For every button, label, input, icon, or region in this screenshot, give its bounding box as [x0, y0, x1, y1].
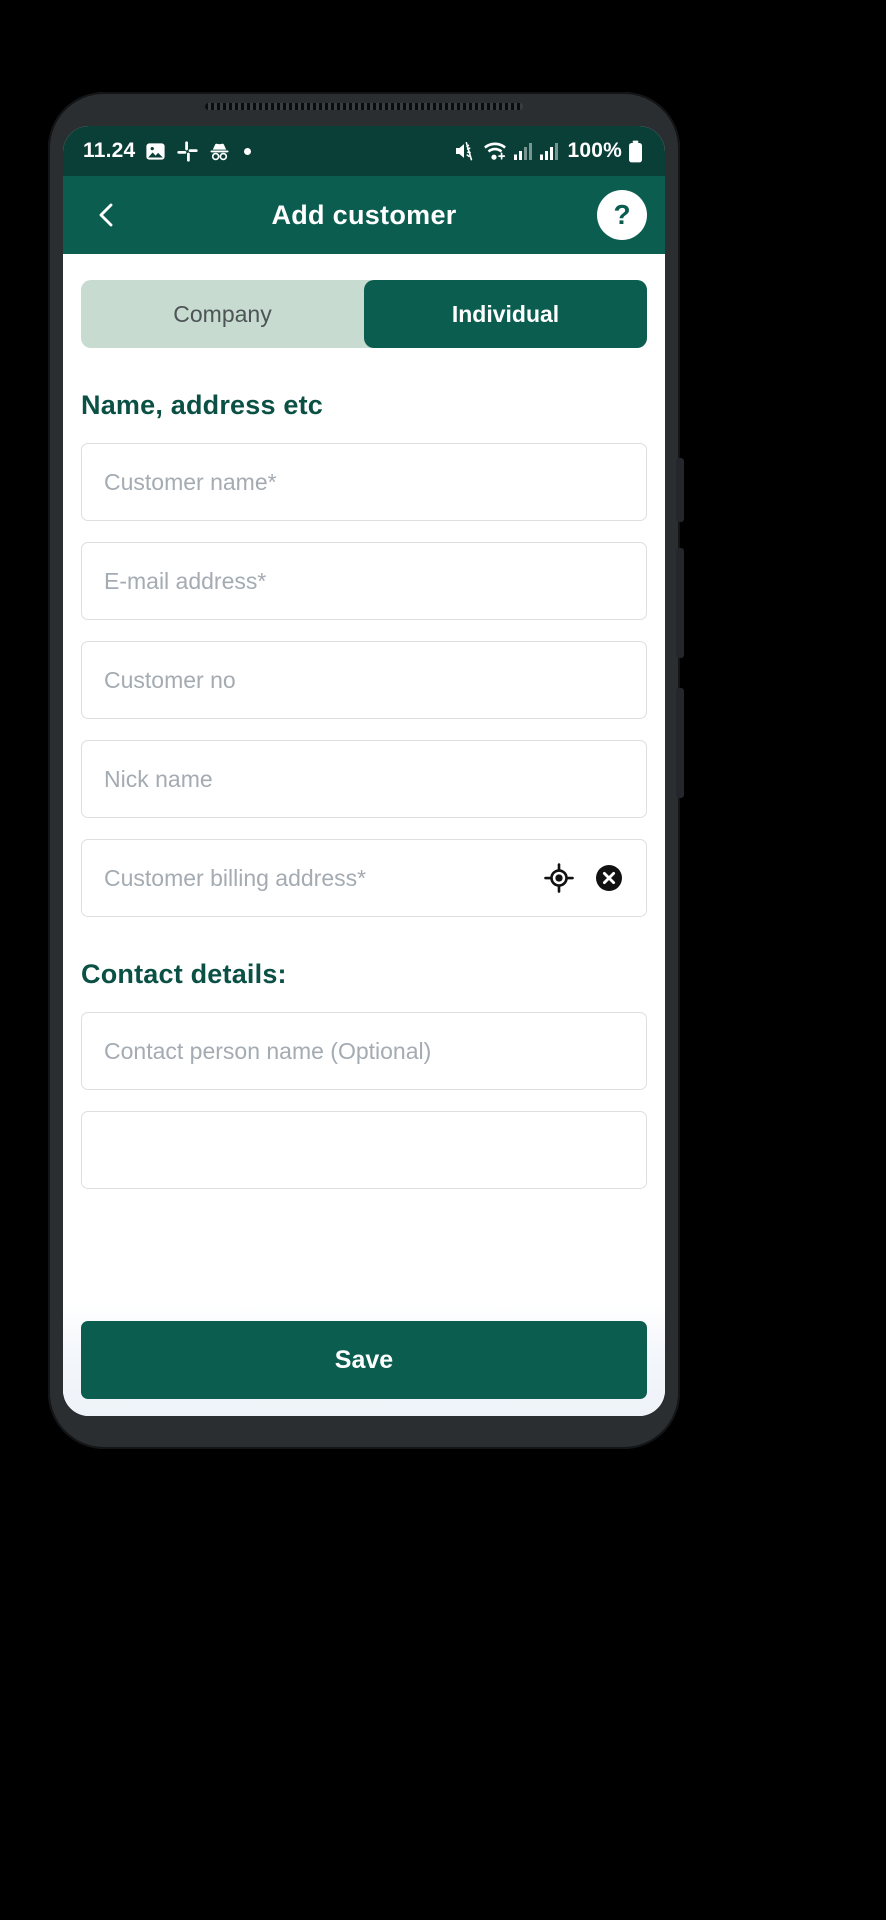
- mute-icon: [453, 139, 477, 163]
- field-email-address[interactable]: E-mail address*: [81, 542, 647, 620]
- signal-1-icon: [513, 141, 533, 161]
- signal-2-icon: [539, 141, 559, 161]
- phone-screen: 11.24 100% Add customer ? Company Indivi…: [63, 126, 665, 1416]
- section-heading-contact-details: Contact details:: [81, 959, 287, 989]
- save-button[interactable]: Save: [81, 1321, 647, 1399]
- segment-company-label: Company: [173, 300, 272, 327]
- field-contact-person-name[interactable]: Contact person name (Optional): [81, 1012, 647, 1090]
- help-icon: ?: [613, 199, 631, 230]
- segment-individual[interactable]: Individual: [364, 280, 647, 348]
- clear-circle-icon[interactable]: [594, 863, 624, 893]
- field-nick-name[interactable]: Nick name: [81, 740, 647, 818]
- field-billing-address[interactable]: Customer billing address*: [81, 839, 647, 917]
- form-content: Company Individual Name, address etc Cus…: [63, 254, 665, 1416]
- segment-company[interactable]: Company: [81, 280, 364, 348]
- save-button-label: Save: [334, 1345, 394, 1374]
- gallery-icon: [144, 140, 167, 163]
- field-customer-name[interactable]: Customer name*: [81, 443, 647, 521]
- customer-type-segmented-control: Company Individual: [81, 280, 647, 348]
- field-customer-name-placeholder: Customer name*: [104, 468, 277, 495]
- status-time: 11.24: [83, 139, 136, 162]
- scroll-area[interactable]: Company Individual Name, address etc Cus…: [63, 254, 665, 1416]
- section-heading-name-address: Name, address etc: [81, 390, 324, 420]
- battery-icon: [628, 140, 643, 163]
- device-button-volume-up[interactable]: [676, 548, 684, 658]
- device-button-volume-down[interactable]: [676, 688, 684, 798]
- field-nick-name-placeholder: Nick name: [104, 765, 213, 792]
- status-bar-left: 11.24: [83, 139, 453, 163]
- segment-individual-label: Individual: [451, 300, 560, 327]
- page-title: Add customer: [271, 199, 457, 230]
- field-billing-address-placeholder: Customer billing address*: [104, 864, 367, 891]
- field-contact-person-name-placeholder: Contact person name (Optional): [104, 1037, 432, 1064]
- dot-indicator: [244, 147, 252, 155]
- status-bar: 11.24 100%: [63, 126, 665, 176]
- chevron-left-icon: [99, 203, 113, 227]
- field-customer-no-placeholder: Customer no: [104, 666, 236, 693]
- incognito-icon: [208, 140, 231, 163]
- help-button[interactable]: ?: [597, 190, 647, 240]
- slack-icon: [176, 140, 199, 163]
- field-customer-no[interactable]: Customer no: [81, 641, 647, 719]
- gps-crosshair-icon[interactable]: [544, 863, 574, 893]
- field-email-address-placeholder: E-mail address*: [104, 567, 267, 594]
- save-bar: Save: [63, 1304, 665, 1416]
- wifi-icon: [483, 140, 507, 162]
- back-button[interactable]: [81, 189, 133, 241]
- device-button-power[interactable]: [676, 458, 684, 522]
- field-contact-extra[interactable]: [81, 1111, 647, 1189]
- status-bar-right: 100%: [453, 139, 643, 163]
- battery-percent-label: 100%: [567, 139, 622, 162]
- app-bar: Add customer ?: [63, 176, 665, 254]
- field-billing-address-actions: [544, 863, 624, 893]
- phone-device-frame: 11.24 100% Add customer ? Company Indivi…: [48, 92, 684, 1449]
